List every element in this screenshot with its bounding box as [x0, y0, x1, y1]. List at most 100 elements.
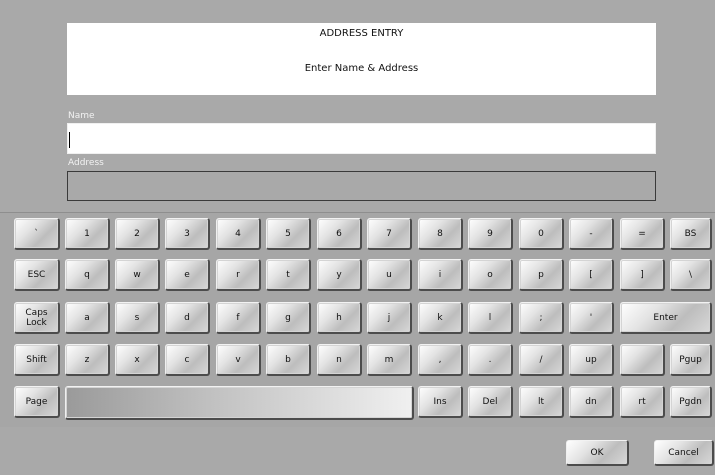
key-y[interactable]: y	[317, 259, 362, 291]
name-label: Name	[68, 111, 95, 121]
key-3[interactable]: 3	[165, 218, 210, 250]
key-v[interactable]: v	[216, 344, 261, 376]
key-9[interactable]: 9	[468, 218, 513, 250]
key-enter[interactable]: Enter	[620, 302, 712, 334]
key-label: Shift	[26, 354, 47, 365]
key-label: z	[84, 354, 90, 365]
key-apostrophe[interactable]: '	[569, 302, 614, 334]
key-d[interactable]: d	[165, 302, 210, 334]
key-label: x	[134, 354, 140, 365]
key-2[interactable]: 2	[115, 218, 160, 250]
key-label: f	[236, 312, 240, 323]
key-n[interactable]: n	[317, 344, 362, 376]
key-label: Enter	[653, 312, 678, 323]
key-r[interactable]: r	[216, 259, 261, 291]
key-equals[interactable]: =	[620, 218, 665, 250]
key-5[interactable]: 5	[266, 218, 311, 250]
key-label: dn	[585, 396, 597, 407]
key-label: j	[387, 312, 391, 323]
key-label: o	[487, 269, 493, 280]
key-b[interactable]: b	[266, 344, 311, 376]
key-7[interactable]: 7	[367, 218, 412, 250]
key-label: h	[336, 312, 342, 323]
key-space[interactable]	[65, 386, 414, 420]
key-page-down[interactable]: Pgdn	[670, 386, 712, 418]
key-page-up[interactable]: Pgup	[670, 344, 712, 376]
key-left[interactable]: lt	[519, 386, 564, 418]
key-o[interactable]: o	[468, 259, 513, 291]
key-slash[interactable]: /	[519, 344, 564, 376]
key-label: '	[589, 312, 593, 323]
key-insert[interactable]: Ins	[418, 386, 463, 418]
key-shift[interactable]: Shift	[14, 344, 60, 376]
key-up[interactable]: up	[569, 344, 614, 376]
key-8[interactable]: 8	[418, 218, 463, 250]
key-label: 2	[134, 228, 140, 239]
key-right-bracket[interactable]: ]	[620, 259, 665, 291]
key-comma[interactable]: ,	[418, 344, 463, 376]
key-label: ]	[640, 269, 644, 280]
key-backspace[interactable]: BS	[670, 218, 712, 250]
key-s[interactable]: s	[115, 302, 160, 334]
key-label: b	[285, 354, 291, 365]
key-label: i	[438, 269, 442, 280]
key-p[interactable]: p	[519, 259, 564, 291]
key-backslash[interactable]: \	[670, 259, 712, 291]
key-label: w	[133, 269, 141, 280]
key-down[interactable]: dn	[569, 386, 614, 418]
key-6[interactable]: 6	[317, 218, 362, 250]
cancel-button[interactable]: Cancel	[654, 440, 714, 466]
key-u[interactable]: u	[367, 259, 412, 291]
key-label: 4	[235, 228, 241, 239]
key-h[interactable]: h	[317, 302, 362, 334]
key-label: a	[84, 312, 90, 323]
key-l[interactable]: l	[468, 302, 513, 334]
key-j[interactable]: j	[367, 302, 412, 334]
key-t[interactable]: t	[266, 259, 311, 291]
key-1[interactable]: 1	[65, 218, 110, 250]
address-input[interactable]	[67, 171, 656, 201]
key-label: Pgup	[679, 354, 702, 365]
key-minus[interactable]: -	[569, 218, 614, 250]
key-a[interactable]: a	[65, 302, 110, 334]
key-label: \	[688, 269, 693, 280]
key-period[interactable]: .	[468, 344, 513, 376]
key-c[interactable]: c	[165, 344, 210, 376]
key-z[interactable]: z	[65, 344, 110, 376]
key-blank[interactable]	[620, 344, 665, 376]
key-label: q	[84, 269, 90, 280]
key-w[interactable]: w	[115, 259, 160, 291]
key-f[interactable]: f	[216, 302, 261, 334]
key-k[interactable]: k	[418, 302, 463, 334]
key-escape[interactable]: ESC	[14, 259, 60, 291]
key-label: r	[236, 269, 240, 280]
key-label: 7	[386, 228, 392, 239]
key-delete[interactable]: Del	[468, 386, 513, 418]
key-page[interactable]: Page	[14, 386, 60, 418]
key-left-bracket[interactable]: [	[569, 259, 614, 291]
key-label: up	[585, 354, 597, 365]
name-input[interactable]	[67, 123, 656, 154]
key-q[interactable]: q	[65, 259, 110, 291]
key-label: -	[589, 228, 593, 239]
key-label: 1	[84, 228, 90, 239]
header-panel: ADDRESS ENTRY Enter Name & Address	[67, 23, 656, 95]
key-e[interactable]: e	[165, 259, 210, 291]
key-x[interactable]: x	[115, 344, 160, 376]
key-label: 8	[437, 228, 443, 239]
ok-button[interactable]: OK	[566, 440, 629, 466]
key-label: [	[589, 269, 593, 280]
key-backtick[interactable]: `	[14, 218, 60, 250]
instruction-text: Enter Name & Address	[304, 63, 419, 74]
key-semicolon[interactable]: ;	[519, 302, 564, 334]
key-i[interactable]: i	[418, 259, 463, 291]
key-m[interactable]: m	[367, 344, 412, 376]
key-label: d	[184, 312, 190, 323]
key-g[interactable]: g	[266, 302, 311, 334]
key-caps-lock[interactable]: Caps Lock	[14, 302, 60, 334]
key-0[interactable]: 0	[519, 218, 564, 250]
key-label: g	[285, 312, 291, 323]
key-label: ESC	[27, 269, 46, 280]
key-4[interactable]: 4	[216, 218, 261, 250]
key-right[interactable]: rt	[620, 386, 665, 418]
